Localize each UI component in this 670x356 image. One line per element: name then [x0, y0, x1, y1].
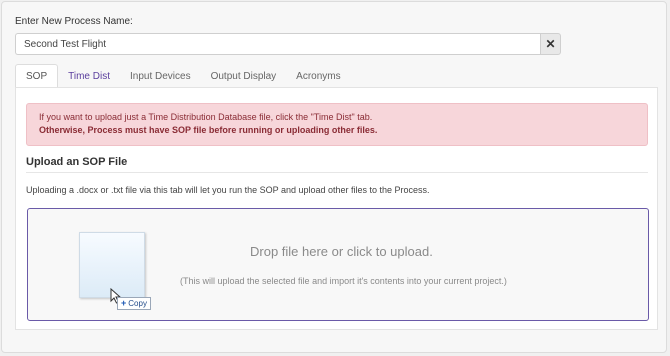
process-name-label: Enter New Process Name: — [15, 16, 133, 27]
tab-input-devices[interactable]: Input Devices — [120, 64, 201, 88]
tab-acronyms[interactable]: Acronyms — [286, 64, 350, 88]
alert-line-1: If you want to upload just a Time Distri… — [39, 112, 373, 122]
copy-badge: + Copy — [117, 297, 151, 310]
tab-bar: SOP Time Dist Input Devices Output Displ… — [15, 64, 351, 88]
process-form: Enter New Process Name: ✕ SOP Time Dist … — [1, 1, 667, 353]
upload-section-title: Upload an SOP File — [26, 156, 128, 168]
sop-required-alert: If you want to upload just a Time Distri… — [26, 103, 648, 146]
close-icon: ✕ — [545, 37, 556, 51]
file-dropzone[interactable]: + Copy Drop file here or click to upload… — [27, 208, 649, 321]
tab-output-display[interactable]: Output Display — [201, 64, 287, 88]
drop-subtitle: (This will upload the selected file and … — [180, 276, 507, 286]
clear-name-button[interactable]: ✕ — [540, 33, 561, 55]
plus-icon: + — [121, 298, 127, 308]
tab-sop[interactable]: SOP — [15, 64, 59, 88]
copy-label: Copy — [128, 299, 147, 308]
section-divider — [26, 172, 648, 173]
process-name-input[interactable] — [15, 33, 540, 55]
alert-line-2: Otherwise, Process must have SOP file be… — [39, 125, 378, 135]
upload-description: Uploading a .docx or .txt file via this … — [26, 185, 430, 195]
drop-title: Drop file here or click to upload. — [250, 244, 433, 259]
tab-time-dist[interactable]: Time Dist — [58, 64, 120, 88]
sop-tab-panel: If you want to upload just a Time Distri… — [15, 87, 658, 330]
